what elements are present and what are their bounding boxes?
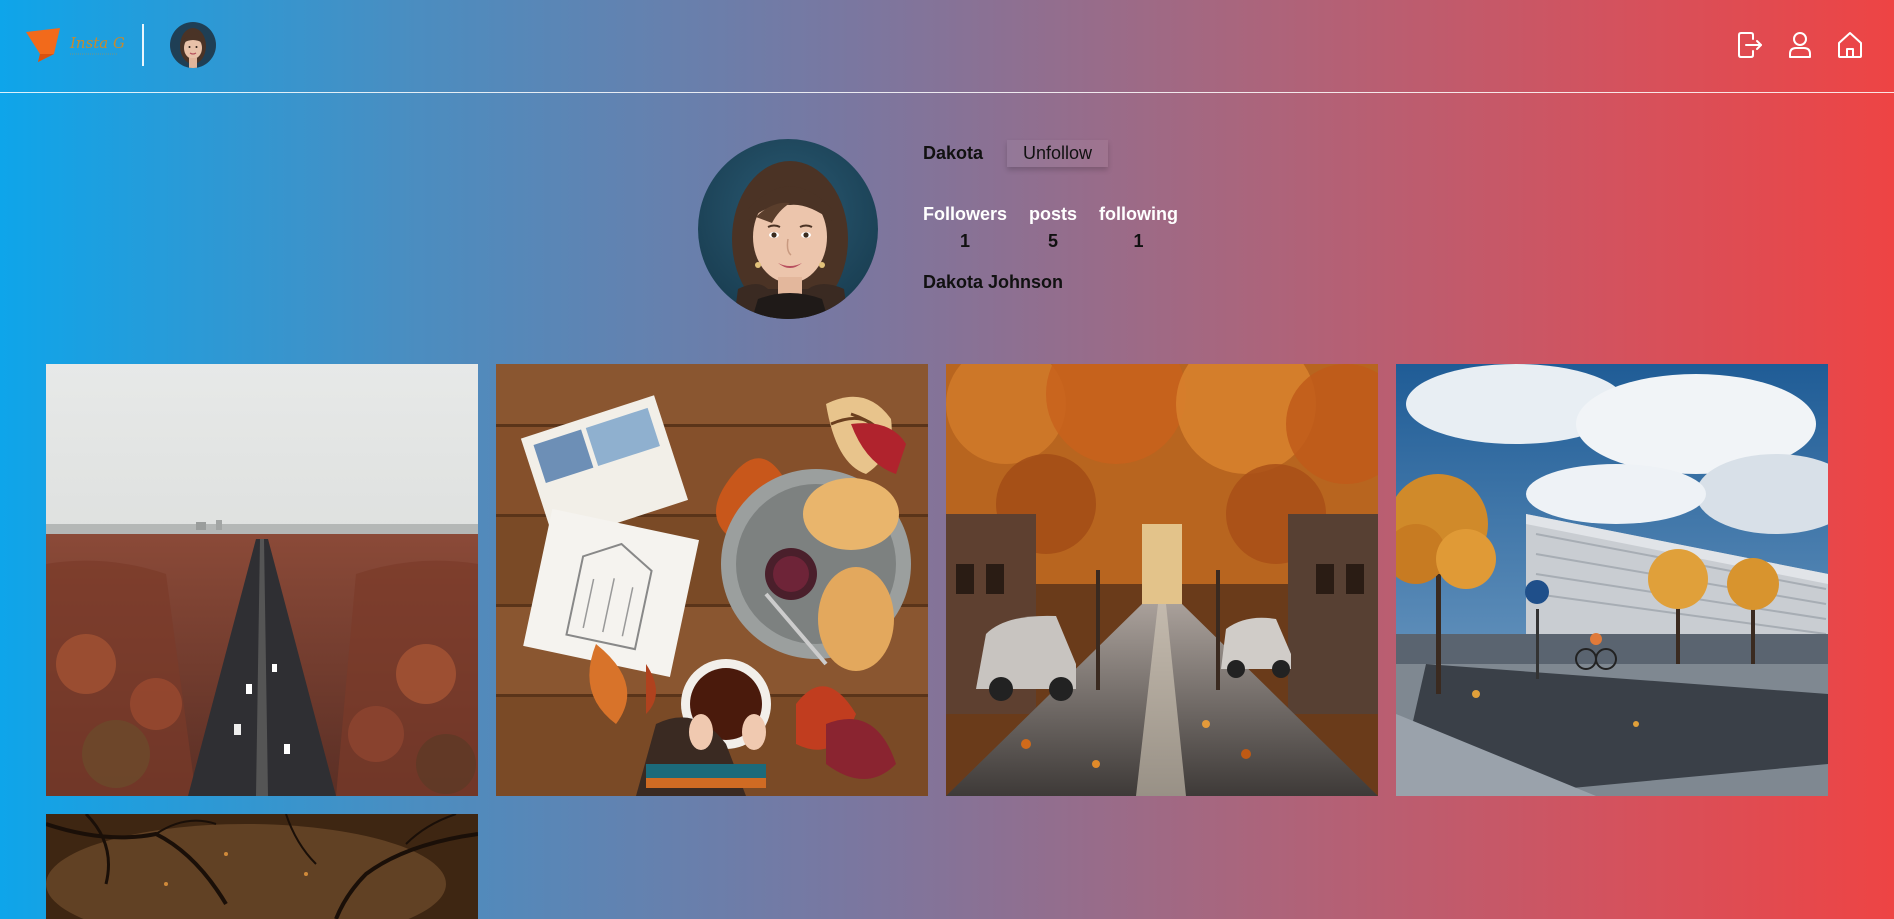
post-thumbnail[interactable] [946,364,1378,796]
stat-following[interactable]: following 1 [1099,203,1178,252]
stat-label: Followers [923,204,1008,224]
stat-value: 1 [960,231,971,251]
stat-value: 5 [1048,231,1059,251]
profile-stats: Followers 1 posts 5 following 1 [923,203,1178,252]
svg-text:Insta G: Insta G [69,34,124,52]
app-logo[interactable]: Insta G [24,24,125,66]
post-thumbnail[interactable] [46,364,478,796]
stat-followers[interactable]: Followers 1 [923,203,1007,252]
profile-username: Dakota [923,142,984,163]
current-user-avatar[interactable] [170,22,216,68]
logout-icon[interactable] [1736,30,1764,60]
user-icon[interactable] [1786,30,1814,60]
unfollow-button[interactable]: Unfollow [1007,139,1109,167]
profile-full-name: Dakota Johnson [923,272,1064,292]
header-actions [1736,30,1864,60]
stat-label: following [1099,204,1179,224]
post-thumbnail[interactable] [1396,364,1828,796]
profile-avatar [698,139,878,319]
post-thumbnail[interactable] [46,814,478,919]
stat-value: 1 [1133,231,1144,251]
stat-posts: posts 5 [1029,203,1077,252]
profile-name-row: Dakota Unfollow [923,139,1178,167]
top-navbar: Insta G [0,0,1894,93]
stat-label: posts [1029,204,1078,224]
header-divider [142,24,144,66]
home-icon[interactable] [1836,30,1864,60]
post-thumbnail[interactable] [496,364,928,796]
profile-info: Dakota Unfollow Followers 1 posts 5 foll… [923,139,1178,293]
